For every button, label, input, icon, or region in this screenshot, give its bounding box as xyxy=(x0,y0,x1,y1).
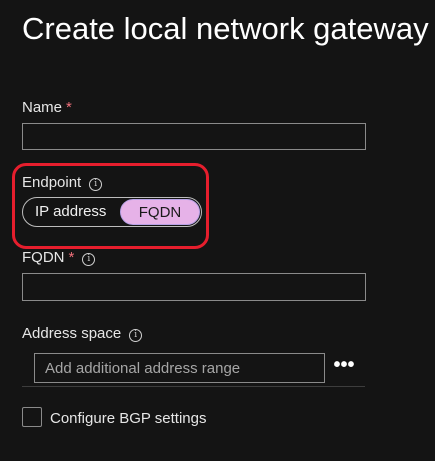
bgp-checkbox[interactable] xyxy=(22,407,42,427)
endpoint-toggle[interactable]: IP address FQDN xyxy=(22,197,202,227)
ellipsis-icon[interactable]: ••• xyxy=(330,354,358,382)
address-space-label: Address space i xyxy=(22,325,143,343)
info-icon[interactable]: i xyxy=(82,253,96,266)
name-input[interactable] xyxy=(22,123,366,150)
required-asterisk: * xyxy=(68,249,75,266)
fqdn-label: FQDN * i xyxy=(22,249,96,267)
name-label: Name * xyxy=(22,99,72,117)
address-range-input[interactable] xyxy=(34,353,325,383)
fqdn-label-text: FQDN xyxy=(22,249,65,266)
page-title: Create local network gateway xyxy=(22,11,429,46)
name-label-text: Name xyxy=(22,99,63,116)
divider xyxy=(22,386,365,387)
endpoint-option-fqdn[interactable]: FQDN xyxy=(120,199,200,225)
info-icon[interactable]: i xyxy=(129,329,143,342)
required-asterisk: * xyxy=(66,99,72,116)
fqdn-input[interactable] xyxy=(22,273,366,301)
endpoint-option-ip-address[interactable]: IP address xyxy=(35,198,106,226)
address-space-label-text: Address space xyxy=(22,325,122,342)
bgp-label: Configure BGP settings xyxy=(50,410,207,427)
